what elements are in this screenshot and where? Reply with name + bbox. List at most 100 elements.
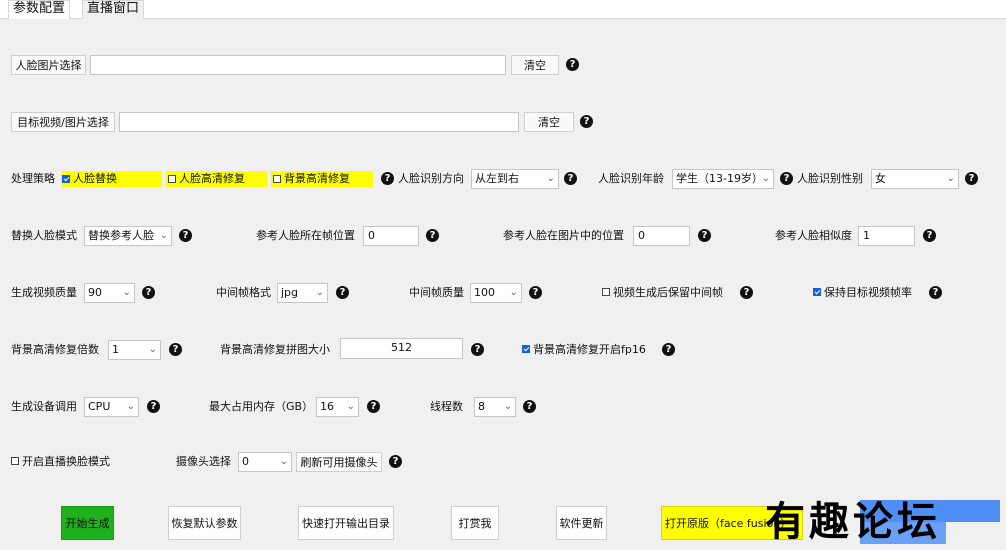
chevron-down-icon: ⌄ — [148, 344, 157, 355]
chevron-down-icon: ⌄ — [546, 173, 555, 184]
device-label: 生成设备调用 — [11, 400, 77, 413]
swap-checkbox[interactable] — [62, 175, 70, 183]
help-icon[interactable]: ? — [169, 343, 182, 356]
fp16-checkbox[interactable] — [522, 345, 530, 353]
help-icon[interactable]: ? — [923, 229, 936, 242]
age-select[interactable]: 学生（13-19岁） ⌄ — [672, 169, 774, 189]
help-icon[interactable]: ? — [564, 172, 577, 185]
ref-similarity-input[interactable]: 1 — [858, 226, 915, 246]
keep-frames-label: 视频生成后保留中间帧 — [613, 286, 723, 299]
memory-select[interactable]: 16 ⌄ — [316, 397, 359, 417]
swap-mode-value: 替换参考人脸 — [88, 229, 154, 242]
target-select-button[interactable]: 目标视频/图片选择 — [11, 112, 115, 132]
face-image-clear-button[interactable]: 清空 — [511, 55, 559, 75]
device-select[interactable]: CPU ⌄ — [84, 397, 139, 417]
help-icon[interactable]: ? — [142, 286, 155, 299]
bg-tile-input[interactable]: 512 — [340, 338, 463, 359]
help-icon[interactable]: ? — [381, 172, 394, 185]
bg-scale-select[interactable]: 1 ⌄ — [108, 340, 161, 360]
open-output-button[interactable]: 快速打开输出目录 — [298, 506, 394, 540]
threads-select[interactable]: 8 ⌄ — [474, 397, 516, 417]
chevron-down-icon: ⌄ — [315, 287, 324, 298]
keep-frames-checkbox[interactable] — [602, 288, 610, 296]
video-quality-value: 90 — [88, 286, 102, 299]
frame-format-select[interactable]: jpg ⌄ — [277, 283, 328, 303]
help-icon[interactable]: ? — [367, 400, 380, 413]
threads-value: 8 — [478, 400, 485, 413]
device-value: CPU — [88, 400, 111, 413]
keep-fps-checkbox[interactable] — [813, 288, 821, 296]
update-button[interactable]: 软件更新 — [556, 506, 607, 540]
tip-button[interactable]: 打赏我 — [451, 506, 499, 540]
help-icon[interactable]: ? — [580, 115, 593, 128]
chevron-down-icon: ⌄ — [159, 230, 168, 241]
direction-value: 从左到右 — [475, 172, 519, 185]
threads-label: 线程数 — [430, 400, 463, 413]
swap-mode-label: 替换人脸模式 — [11, 229, 77, 242]
ref-position-input[interactable]: 0 — [633, 226, 690, 246]
help-icon[interactable]: ? — [389, 455, 402, 468]
ref-frame-label: 参考人脸所在帧位置 — [256, 229, 355, 242]
start-button[interactable]: 开始生成 — [61, 506, 114, 540]
gender-label: 人脸识别性别 — [797, 172, 863, 185]
age-label: 人脸识别年龄 — [598, 172, 664, 185]
camera-value: 0 — [242, 455, 249, 468]
face-image-select-button[interactable]: 人脸图片选择 — [11, 55, 86, 75]
refresh-camera-button[interactable]: 刷新可用摄像头 — [296, 452, 382, 472]
tab-bar: 参数配置 直播窗口 — [0, 0, 1006, 20]
tab-live[interactable]: 直播窗口 — [82, 0, 145, 20]
help-icon[interactable]: ? — [147, 400, 160, 413]
frame-quality-value: 100 — [474, 286, 495, 299]
frame-quality-select[interactable]: 100 ⌄ — [470, 283, 522, 303]
live-mode-checkbox[interactable] — [11, 457, 19, 465]
help-icon[interactable]: ? — [179, 229, 192, 242]
help-icon[interactable]: ? — [698, 229, 711, 242]
live-mode-label: 开启直播换脸模式 — [22, 455, 110, 468]
help-icon[interactable]: ? — [566, 58, 579, 71]
help-icon[interactable]: ? — [780, 172, 793, 185]
help-icon[interactable]: ? — [336, 286, 349, 299]
ref-position-label: 参考人脸在图片中的位置 — [503, 229, 624, 242]
face-enhance-label: 人脸高清修复 — [179, 172, 245, 185]
fp16-label: 背景高清修复开启fp16 — [533, 343, 646, 356]
target-path-input[interactable] — [119, 112, 519, 132]
chevron-down-icon: ⌄ — [346, 401, 355, 412]
video-quality-select[interactable]: 90 ⌄ — [84, 283, 135, 303]
camera-label: 摄像头选择 — [176, 455, 231, 468]
direction-select[interactable]: 从左到右 ⌄ — [471, 169, 559, 189]
chevron-down-icon: ⌄ — [279, 456, 288, 467]
help-icon[interactable]: ? — [965, 172, 978, 185]
gender-select[interactable]: 女 ⌄ — [871, 169, 959, 189]
swap-mode-select[interactable]: 替换参考人脸 ⌄ — [84, 226, 172, 246]
ref-frame-input[interactable]: 0 — [363, 226, 419, 246]
help-icon[interactable]: ? — [426, 229, 439, 242]
reset-button[interactable]: 恢复默认参数 — [168, 506, 241, 540]
memory-value: 16 — [320, 400, 334, 413]
help-icon[interactable]: ? — [529, 286, 542, 299]
direction-label: 人脸识别方向 — [398, 172, 464, 185]
chevron-down-icon: ⌄ — [503, 401, 512, 412]
chevron-down-icon: ⌄ — [761, 173, 770, 184]
frame-quality-label: 中间帧质量 — [409, 286, 464, 299]
frame-format-label: 中间帧格式 — [216, 286, 271, 299]
tab-config[interactable]: 参数配置 — [8, 0, 71, 20]
bg-enhance-checkbox[interactable] — [273, 175, 281, 183]
age-value: 学生（13-19岁） — [676, 172, 763, 185]
help-icon[interactable]: ? — [523, 400, 536, 413]
help-icon[interactable]: ? — [471, 343, 484, 356]
swap-label: 人脸替换 — [73, 172, 117, 185]
camera-select[interactable]: 0 ⌄ — [238, 452, 292, 472]
memory-label: 最大占用内存（GB） — [209, 400, 314, 413]
bg-enhance-label: 背景高清修复 — [284, 172, 350, 185]
help-icon[interactable]: ? — [662, 343, 675, 356]
strategy-label: 处理策略 — [11, 172, 55, 185]
frame-format-value: jpg — [281, 286, 299, 299]
target-clear-button[interactable]: 清空 — [524, 112, 574, 132]
face-image-path-input[interactable] — [90, 55, 506, 75]
help-icon[interactable]: ? — [740, 286, 753, 299]
ref-similarity-label: 参考人脸相似度 — [775, 229, 852, 242]
chevron-down-icon: ⌄ — [122, 287, 131, 298]
face-enhance-checkbox[interactable] — [168, 175, 176, 183]
bg-scale-label: 背景高清修复倍数 — [11, 343, 99, 356]
help-icon[interactable]: ? — [929, 286, 942, 299]
